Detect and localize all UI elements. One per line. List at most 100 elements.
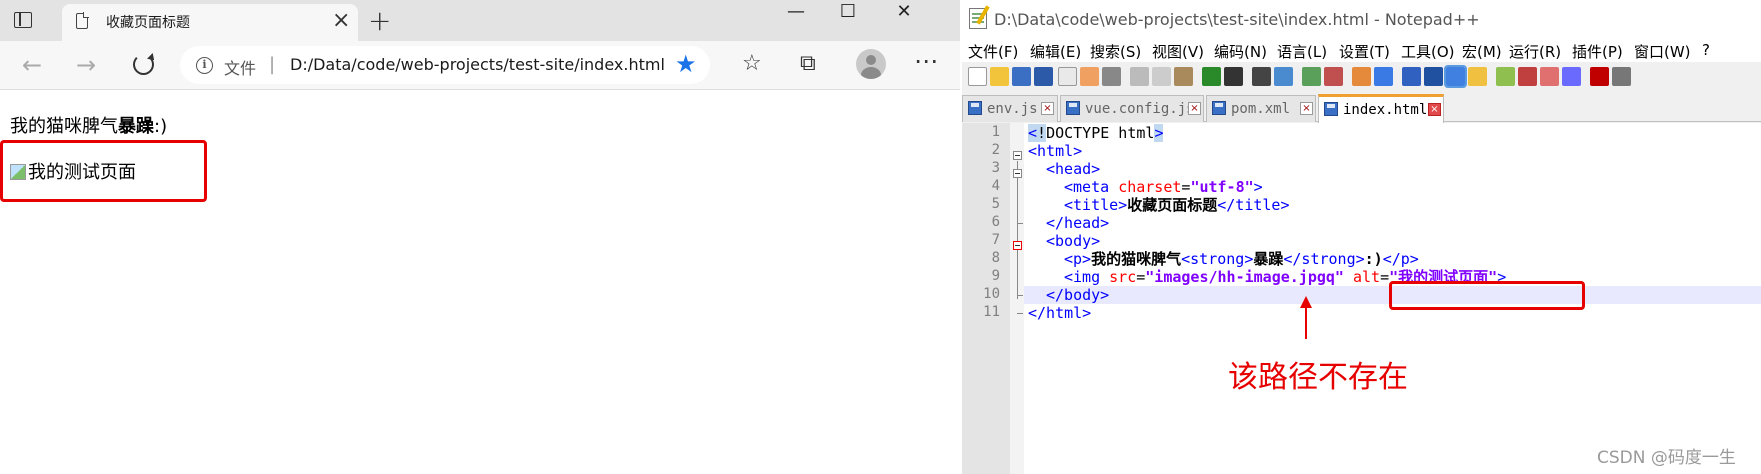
code-line-1: <!DOCTYPE html> [1028,124,1164,142]
save-all-icon[interactable] [1034,67,1053,86]
close-window-button[interactable]: ✕ [880,0,928,30]
page-paragraph: 我的猫咪脾气暴躁:) [10,112,167,138]
collections-icon[interactable]: ⧉ [800,51,816,76]
code-token: 我的猫咪脾气 [1091,250,1182,268]
highlight-box-alt [0,140,207,202]
stop-macro-icon[interactable] [1612,67,1631,86]
tab-bar: 收藏页面标题 × + — ☐ ✕ [0,0,960,41]
info-icon[interactable]: i [196,57,213,74]
menu-run[interactable]: 运行(R) [1509,41,1561,62]
forward-icon[interactable]: → [76,51,96,79]
minimize-button[interactable]: — [772,0,820,30]
avatar[interactable] [856,49,886,79]
menu-file[interactable]: 文件(F) [968,41,1018,62]
line-number: 10 [983,286,1000,302]
word-wrap-icon[interactable] [1402,67,1421,86]
file-tab-env-js[interactable]: env.js × [962,95,1058,122]
code-token: :) [1364,250,1383,268]
menu-window[interactable]: 窗口(W) [1634,41,1691,62]
show-all-chars-icon[interactable] [1424,67,1443,86]
code-token: <meta [1064,178,1110,196]
annotation-text: 该路径不存在 [1228,360,1408,395]
replace-icon[interactable] [1274,67,1293,86]
url-separator: | [269,54,276,75]
file-tab-close-icon[interactable]: × [1300,102,1313,115]
redo-icon[interactable] [1224,67,1243,86]
menu-help[interactable]: ? [1702,41,1710,59]
notepad-title: D:\Data\code\web-projects\test-site\inde… [994,10,1480,29]
fold-toggle-icon[interactable] [1013,151,1022,160]
file-tab-vue-config[interactable]: vue.config.js × [1060,95,1204,122]
doc-map-icon[interactable] [1496,67,1515,86]
fold-toggle-icon[interactable] [1013,241,1022,250]
menu-tools[interactable]: 工具(O) [1401,41,1455,62]
menu-encoding[interactable]: 编码(N) [1214,41,1267,62]
code-token: <title> [1064,196,1128,214]
close-all-icon[interactable] [1080,67,1099,86]
save-icon[interactable] [1012,67,1031,86]
favorite-star-icon[interactable]: ★ [675,50,697,78]
zoom-in-icon[interactable] [1302,67,1321,86]
udl-icon[interactable] [1468,67,1487,86]
menu-language[interactable]: 语言(L) [1277,41,1327,62]
url-text[interactable]: D:/Data/code/web-projects/test-site/inde… [290,55,665,74]
file-tab-close-icon[interactable]: × [1188,102,1201,115]
menu-plugins[interactable]: 插件(P) [1572,41,1623,62]
fold-end-mark [1017,313,1023,314]
file-saved-icon [1066,101,1080,115]
code-editor[interactable]: 1 2 3 4 5 6 7 8 9 10 11 <!DOCTYPE html> … [962,123,1761,474]
monitoring-icon[interactable] [1562,67,1581,86]
watermark: CSDN @码度一生 [1597,448,1736,468]
indent-guide-icon[interactable] [1444,65,1467,88]
close-file-icon[interactable] [1058,67,1077,86]
highlight-box-alt-attr [1389,281,1585,310]
line-number: 9 [991,268,1000,284]
menu-bar: 文件(F) 编辑(E) 搜索(S) 视图(V) 编码(N) 语言(L) 设置(T… [962,38,1761,62]
file-tab-pom-xml[interactable]: pom.xml × [1206,95,1316,122]
paste-icon[interactable] [1174,67,1193,86]
fold-toggle-icon[interactable] [1013,169,1022,178]
print-icon[interactable] [1102,67,1121,86]
address-bar[interactable]: i 文件 | D:/Data/code/web-projects/test-si… [180,46,710,84]
copy-icon[interactable] [1152,67,1171,86]
file-tab-index-html[interactable]: index.html × [1318,94,1444,123]
undo-icon[interactable] [1202,67,1221,86]
menu-settings[interactable]: 设置(T) [1339,41,1390,62]
file-tab-close-icon[interactable]: × [1428,103,1441,116]
fold-guide [1017,161,1018,299]
tab-actions-icon[interactable] [14,12,32,28]
code-token: <strong> [1181,250,1254,268]
code-token: 暴躁 [1253,250,1284,268]
menu-edit[interactable]: 编辑(E) [1030,41,1081,62]
code-token: > [1154,124,1164,142]
more-options-icon[interactable]: ⋯ [914,47,938,75]
sync-h-icon[interactable] [1374,67,1393,86]
cut-icon[interactable] [1130,67,1149,86]
code-token: <img [1064,268,1101,286]
folder-workspace-icon[interactable] [1540,67,1559,86]
code-token: <p> [1064,250,1092,268]
find-icon[interactable] [1252,67,1271,86]
line-number-gutter: 1 2 3 4 5 6 7 8 9 10 11 [962,123,1010,474]
new-tab-button[interactable]: + [368,4,391,37]
reload-icon[interactable] [133,54,154,75]
new-file-icon[interactable] [968,67,987,86]
menu-macro[interactable]: 宏(M) [1462,41,1502,62]
file-tab-close-icon[interactable]: × [1041,102,1054,115]
favorites-list-icon[interactable]: ☆ [742,51,762,76]
code-line-11: </html> [1028,304,1091,322]
function-list-icon[interactable] [1518,67,1537,86]
tab-close-icon[interactable]: × [332,8,350,33]
code-token: DOCTYPE html [1046,124,1155,142]
menu-search[interactable]: 搜索(S) [1090,41,1141,62]
record-macro-icon[interactable] [1590,67,1609,86]
back-icon[interactable]: ← [22,51,42,79]
open-file-icon[interactable] [990,67,1009,86]
code-token: charset [1118,178,1182,196]
sync-v-icon[interactable] [1352,67,1371,86]
zoom-out-icon[interactable] [1324,67,1343,86]
menu-view[interactable]: 视图(V) [1152,41,1204,62]
url-scheme-label: 文件 [224,59,257,78]
tab-active[interactable]: 收藏页面标题 × [62,4,358,41]
maximize-button[interactable]: ☐ [824,0,872,30]
